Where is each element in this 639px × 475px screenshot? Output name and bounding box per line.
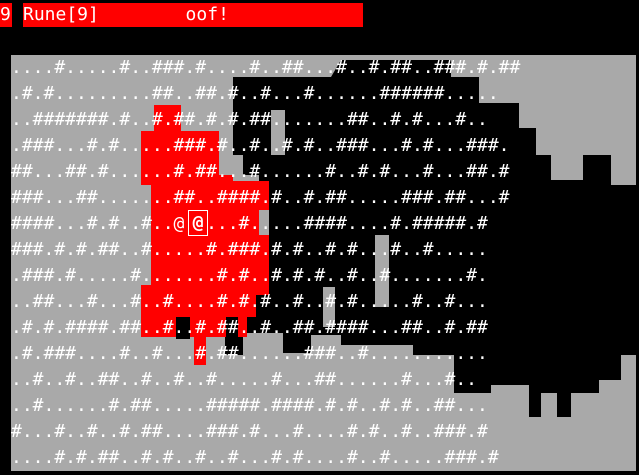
map-row: ..#......#.##.....#####.####.#.#..#.#..#… — [11, 395, 488, 416]
map-row: .#.#.........##..##.#..#...#......######… — [11, 83, 499, 104]
map-row: #...#..#..#.##....###.#...#....#.#..#..#… — [11, 421, 488, 442]
map-row: ..#######.#..#.##.#.#.##.......##..#.#..… — [11, 109, 488, 130]
map-row: ###.#.#.##..#.....#.###.#.#..#.#...#..#.… — [11, 239, 488, 260]
map-row: ##...##.#......#.##...#......#..#.#...#.… — [11, 161, 510, 182]
map-row: ....#.#.##..#.#..#..#...#.#....#..#.....… — [11, 447, 499, 468]
map-row: ....#.....#..###.#....#..##...#..#.##..#… — [11, 57, 521, 78]
player-glyph: @ — [188, 210, 208, 236]
dungeon-level: 9 — [0, 3, 12, 27]
map-row: ..#..#..##..#..#..#.....#...##......#...… — [11, 369, 477, 390]
map-field: ....#.....#..###.#....#..##...#..#.##..#… — [11, 55, 636, 471]
map-row: ####...#.#..#..@.....#.....####....#.###… — [11, 213, 488, 234]
map-glyphs: ....#.....#..###.#....#..##...#..#.##..#… — [11, 55, 520, 471]
map-row: ###...##.......##..####.#..#.##.....###.… — [11, 187, 510, 208]
map-row: .###.#.....#.......#.#..#.#.#..#..#.....… — [11, 265, 488, 286]
map-row: .###...#.#.....###.#..#..#.#..###...#.#.… — [11, 135, 510, 156]
map-row: ..##...#...#..#....#.#.#..#..#.#.....#..… — [11, 291, 488, 312]
map-row: .#.###....#..#...#.##......###..#.......… — [11, 343, 488, 364]
status-bar: Rune[9] oof! — [23, 3, 363, 27]
map-row: .#.#.####.##..#..#.##..#..##.####...##..… — [11, 317, 488, 338]
